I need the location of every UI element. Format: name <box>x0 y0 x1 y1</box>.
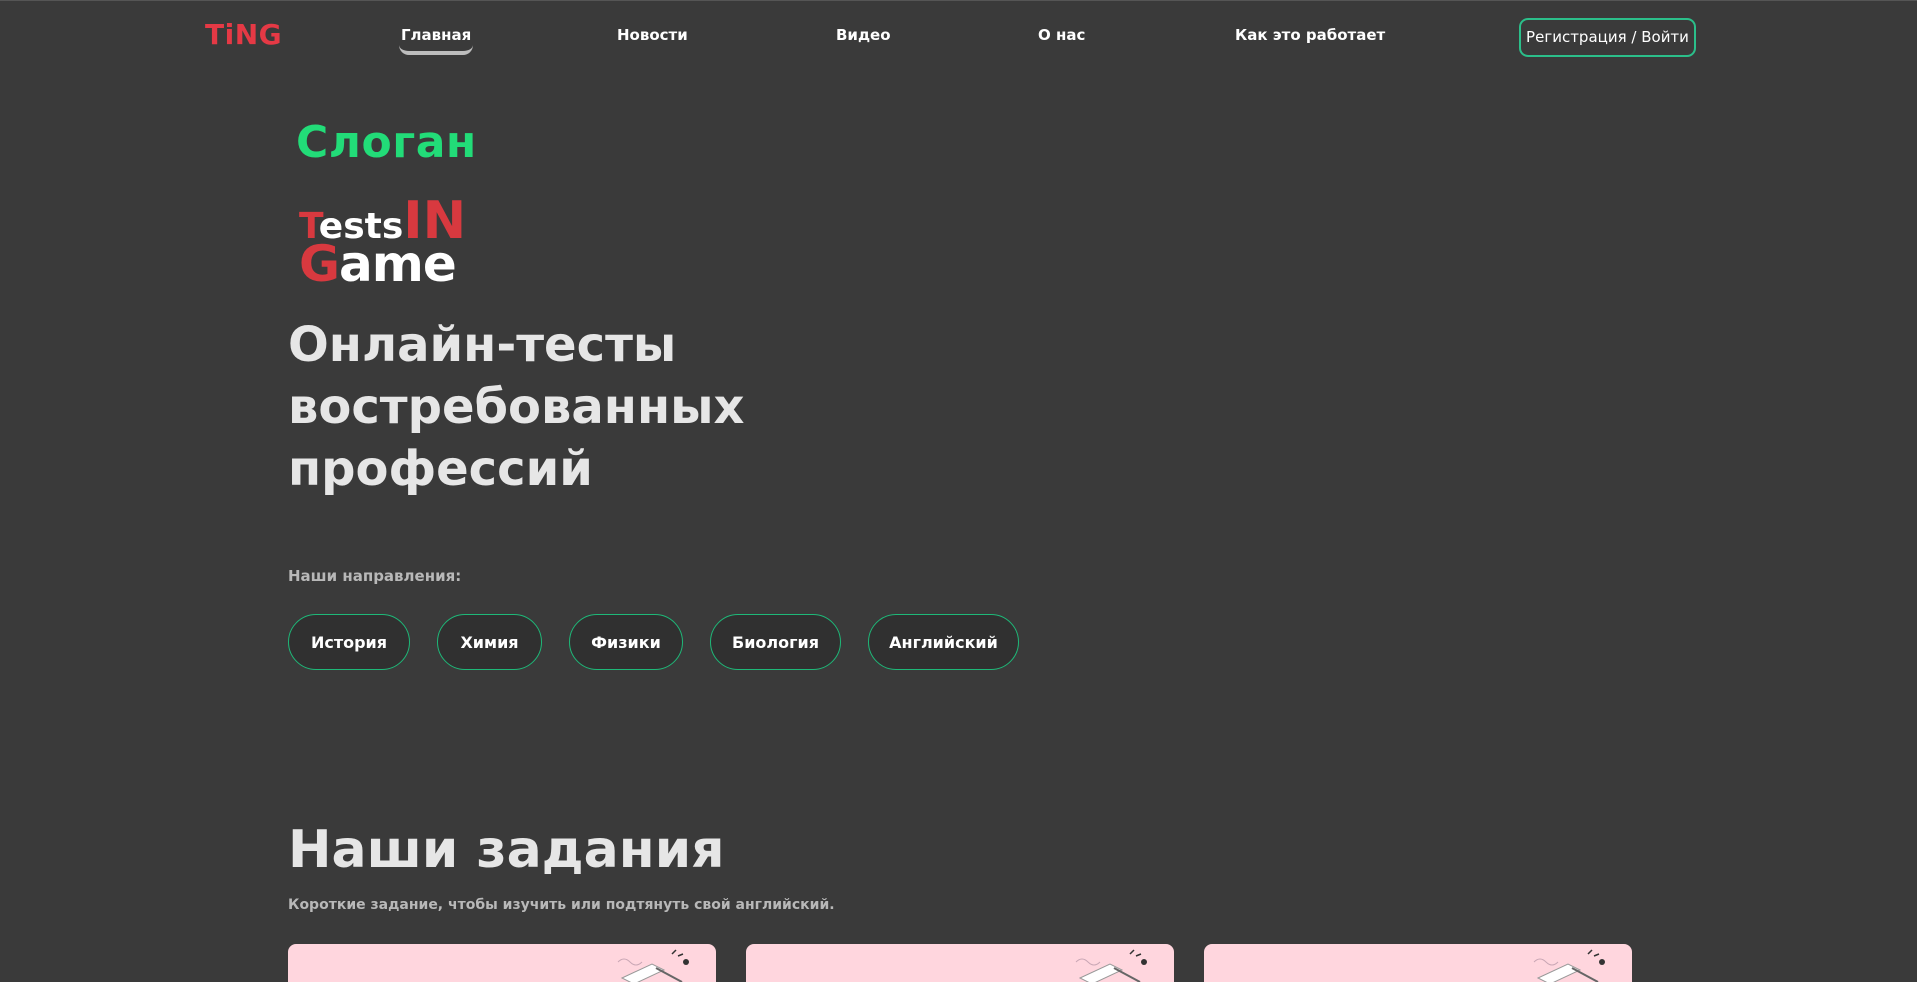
card-illustration-icon <box>617 949 689 982</box>
nav-item-about[interactable]: О нас <box>1038 25 1085 45</box>
brand-logo-line-2: Game <box>299 239 457 289</box>
card-illustration-icon <box>1075 949 1147 982</box>
direction-chip-english[interactable]: Английский <box>868 614 1019 670</box>
card-illustration-icon <box>1533 949 1605 982</box>
direction-chip-history[interactable]: История <box>288 614 410 670</box>
nav-item-news[interactable]: Новости <box>617 25 688 45</box>
page: TiNG Главная Новости Видео О нас Как это… <box>0 0 1917 982</box>
login-register-button[interactable]: Регистрация / Войти <box>1519 18 1696 57</box>
direction-chip-biology[interactable]: Биология <box>710 614 841 670</box>
directions-label: Наши направления: <box>288 567 462 585</box>
task-card[interactable] <box>1204 944 1632 982</box>
logo-text: TiNG <box>205 18 283 51</box>
slogan: Слоган <box>296 117 477 168</box>
task-card[interactable] <box>746 944 1174 982</box>
nav-item-video[interactable]: Видео <box>836 25 891 45</box>
hero-title-line: востребованных <box>288 379 745 435</box>
task-card[interactable] <box>288 944 716 982</box>
site-logo[interactable]: TiNG <box>205 21 282 49</box>
brand-logo: TestsIN Game <box>299 195 477 289</box>
hero-title: Онлайн-тесты востребованных профессий <box>288 314 848 500</box>
nav-item-how-it-works[interactable]: Как это работает <box>1235 25 1385 45</box>
brand-letter-g: G <box>299 235 340 293</box>
brand-word-ame: ame <box>339 235 457 293</box>
nav-item-home[interactable]: Главная <box>398 25 474 55</box>
direction-chip-physics[interactable]: Физики <box>569 614 683 670</box>
tasks-section-title: Наши задания <box>288 820 725 880</box>
tasks-section-subtitle: Короткие задание, чтобы изучить или подт… <box>288 897 835 913</box>
hero-title-line: профессий <box>288 441 593 497</box>
hero-title-line: Онлайн-тесты <box>288 317 677 373</box>
direction-chip-chemistry[interactable]: Химия <box>437 614 542 670</box>
